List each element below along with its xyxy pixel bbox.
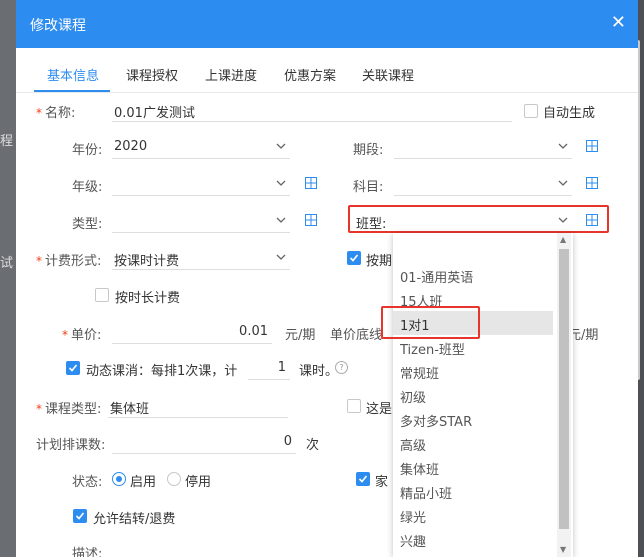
- price-floor-label: 单价底线: [330, 328, 383, 343]
- period-select[interactable]: [394, 136, 572, 159]
- grid-add-icon[interactable]: [586, 140, 598, 152]
- tab-active-indicator: [34, 90, 110, 92]
- plan-count-input[interactable]: 0: [112, 431, 296, 454]
- dropdown-option[interactable]: 高级: [393, 431, 553, 455]
- dynamic-consume-unit: 课时。: [299, 364, 339, 379]
- option-highlight: [381, 306, 480, 339]
- grid-add-icon[interactable]: [305, 177, 317, 189]
- dynamic-consume-input[interactable]: 1: [248, 357, 290, 380]
- subject-label: 科目:: [353, 180, 384, 195]
- dropdown-option[interactable]: 兴趣: [393, 527, 553, 551]
- chevron-down-icon: [276, 252, 286, 262]
- dropdown-option[interactable]: 精品小班: [393, 479, 553, 503]
- dropdown-option[interactable]: 常规班: [393, 359, 553, 383]
- dropdown-scroll-thumb[interactable]: [559, 249, 569, 529]
- dynamic-consume-label: 动态课消：每排1次课，计: [86, 364, 238, 379]
- dropdown-option[interactable]: 多对多STAR: [393, 407, 553, 431]
- dropdown-option[interactable]: 集体班: [393, 455, 553, 479]
- price-unit: 元/期: [285, 328, 316, 343]
- name-input[interactable]: 0.01广发测试: [112, 99, 512, 122]
- status-disabled-label: 停用: [185, 475, 212, 490]
- dropdown-option[interactable]: 01-通用英语: [393, 263, 553, 287]
- price-input[interactable]: 0.01: [112, 321, 272, 344]
- description-label: 描述:: [72, 547, 103, 557]
- grade-label: 年级:: [72, 180, 103, 195]
- dropdown-option[interactable]: 绿光: [393, 503, 553, 527]
- billing-by-duration-label: 按时长计费: [115, 291, 181, 306]
- tab-related-course[interactable]: 关联课程: [362, 65, 414, 84]
- billing-label: * 计费形式:: [36, 254, 102, 269]
- tab-class-progress[interactable]: 上课进度: [205, 65, 257, 84]
- is-checkbox[interactable]: [347, 399, 361, 413]
- is-label: 这是: [366, 402, 393, 417]
- help-icon[interactable]: ?: [335, 361, 348, 374]
- price-label: * 单价:: [62, 328, 102, 343]
- auto-generate-label: 自动生成: [543, 106, 596, 121]
- class-type-highlight: [348, 205, 609, 233]
- tab-basic-info[interactable]: 基本信息: [47, 65, 99, 84]
- tab-course-auth[interactable]: 课程授权: [126, 65, 178, 84]
- course-type-label: * 课程类型:: [36, 402, 102, 417]
- scroll-up-icon[interactable]: ▲: [560, 235, 566, 244]
- plan-count-unit: 次: [306, 438, 320, 453]
- status-disabled-radio[interactable]: [167, 472, 181, 486]
- course-type-field[interactable]: 集体班: [108, 395, 288, 418]
- grade-select[interactable]: [112, 173, 290, 196]
- billing-by-period-checkbox[interactable]: [347, 251, 361, 265]
- status-enabled-label: 启用: [130, 475, 157, 490]
- year-label: 年份:: [72, 143, 103, 158]
- dynamic-consume-checkbox[interactable]: [66, 361, 80, 375]
- grid-add-icon[interactable]: [305, 214, 317, 226]
- period-label: 期段:: [353, 143, 384, 158]
- auto-generate-checkbox[interactable]: [524, 104, 538, 118]
- allow-transfer-label: 允许结转/退费: [93, 512, 176, 527]
- home-label: 家: [375, 475, 389, 490]
- home-checkbox[interactable]: [356, 472, 370, 486]
- status-label: 状态:: [72, 475, 103, 490]
- grid-add-icon[interactable]: [586, 177, 598, 189]
- chevron-down-icon: [276, 141, 286, 151]
- scroll-down-icon[interactable]: ▼: [560, 545, 566, 554]
- allow-transfer-checkbox[interactable]: [73, 509, 87, 523]
- dialog-title: 修改课程: [30, 18, 86, 34]
- billing-by-duration-checkbox[interactable]: [95, 288, 109, 302]
- class-type-dropdown[interactable]: 01-通用英语 15人班 1对1 Tizen-班型 常规班 初级 多对多STAR…: [393, 233, 573, 557]
- dialog-header: 修改课程 ✕: [16, 0, 638, 48]
- chevron-down-icon: [558, 141, 568, 151]
- plan-count-label: 计划排课数:: [36, 438, 106, 453]
- billing-select[interactable]: 按课时计费: [112, 247, 290, 270]
- billing-by-period-label: 按期: [366, 254, 393, 269]
- type-select[interactable]: [112, 210, 290, 233]
- name-label: * 名称:: [36, 106, 76, 121]
- tab-discount[interactable]: 优惠方案: [284, 65, 336, 84]
- tab-bar: 基本信息 课程授权 上课进度 优惠方案 关联课程: [16, 48, 638, 93]
- status-enabled-radio[interactable]: [112, 472, 126, 486]
- type-label: 类型:: [72, 217, 103, 232]
- chevron-down-icon: [276, 215, 286, 225]
- dropdown-option[interactable]: 初级: [393, 383, 553, 407]
- dropdown-scrollbar[interactable]: ▲ ▼: [557, 233, 571, 557]
- subject-select[interactable]: [394, 173, 572, 196]
- close-icon[interactable]: ✕: [611, 13, 626, 33]
- chevron-down-icon: [276, 178, 286, 188]
- chevron-down-icon: [558, 178, 568, 188]
- year-select[interactable]: 2020: [112, 136, 290, 159]
